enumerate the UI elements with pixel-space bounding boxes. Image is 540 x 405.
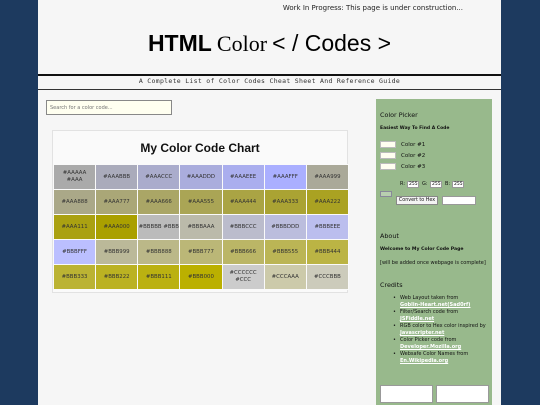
color-cell[interactable]: #BBB333: [52, 264, 97, 290]
about-note: [will be added once webpage is complete]: [380, 260, 486, 266]
color-cell[interactable]: #BBB555: [263, 239, 307, 265]
site-title: HTML Color < / Codes >: [38, 30, 501, 62]
color-2-label: Color #2: [401, 153, 426, 159]
credit-item: Websafe Color Names fromEn.Wikipedia.org: [393, 351, 490, 365]
color-cell[interactable]: #BBB666: [221, 239, 265, 265]
credit-link[interactable]: Developer.Mozilla.org: [400, 344, 490, 351]
credit-item: Web Layout taken fromGoblin-Heart.net(Sa…: [393, 295, 490, 309]
broken-image-2: [436, 385, 489, 403]
credit-link[interactable]: Javascripter.net: [400, 330, 490, 337]
color-cell[interactable]: #AAAFFF: [263, 164, 307, 190]
credit-item: Filter/Search code fromJSFiddle.net: [393, 309, 490, 323]
color-cell[interactable]: #BBBAAA: [179, 214, 223, 240]
color-1-label: Color #1: [401, 142, 426, 148]
color-cell[interactable]: #AAAAA #AAA: [52, 164, 97, 190]
title-html-word: HTML: [147, 30, 212, 56]
title-color-word: Color: [216, 31, 268, 56]
color-3-swatch[interactable]: [380, 163, 396, 170]
color-picker-title: Color Picker: [380, 111, 418, 119]
about-welcome: Welcome to My Color Code Page: [380, 247, 464, 252]
credit-link[interactable]: En.Wikipedia.org: [400, 358, 490, 365]
color-cell[interactable]: #AAA222: [305, 189, 350, 215]
color-cell[interactable]: #CCCBBB: [305, 264, 350, 290]
site-subtitle: A Complete List of Color Codes Cheat She…: [138, 77, 401, 85]
color-row: #BBBFFF #BBB999 #BBB888 #BBB777 #BBB666 #BBB5…: [52, 239, 350, 265]
color-cell[interactable]: #AAADDD: [179, 164, 223, 190]
color-cell[interactable]: #BBBEEE: [305, 214, 350, 240]
color-cell[interactable]: #AAA444: [221, 189, 265, 215]
color-cell[interactable]: #AAA777: [95, 189, 139, 215]
color-chart: My Color Code Chart #AAAAA #AAA #AAABBB #A…: [52, 130, 350, 293]
subtitle-divider: [38, 89, 501, 90]
b-input[interactable]: 255: [452, 181, 464, 188]
color-2-swatch[interactable]: [380, 152, 396, 159]
convert-to-hex-button[interactable]: Convert to Hex: [396, 196, 438, 205]
color-row: #BBB333 #BBB222 #BBB111 #BBB000 #CCCCCC #CCC…: [52, 264, 350, 290]
color-row: #AAA888 #AAA777 #AAA666 #AAA555 #AAA444 #AAA3…: [52, 189, 350, 215]
color-table: #AAAAA #AAA #AAABBB #AAACCC #AAADDD #AAAEEE #…: [52, 164, 350, 290]
color-cell[interactable]: #BBB222: [95, 264, 139, 290]
color-cell[interactable]: #BBBFFF: [52, 239, 97, 265]
color-cell[interactable]: #AAACCC: [137, 164, 181, 190]
color-picker-subtitle: Easiest Way To Find A Code: [380, 126, 450, 131]
color-cell[interactable]: #AAA000: [95, 214, 139, 240]
color-cell[interactable]: #BBB000: [179, 264, 223, 290]
credit-link[interactable]: Goblin-Heart.net(Sad0rf): [400, 302, 490, 309]
credit-item: RGB color to Hex color inspired byJavasc…: [393, 323, 490, 337]
credits-title: Credits: [380, 281, 403, 289]
construction-notice: Work In Progress: This page is under con…: [282, 4, 463, 12]
header-divider: [38, 74, 501, 76]
color-cell[interactable]: #AAABBB: [95, 164, 139, 190]
color-cell[interactable]: #BBBDDD: [263, 214, 307, 240]
credits-list: Web Layout taken fromGoblin-Heart.net(Sa…: [393, 295, 490, 365]
broken-image-1: [380, 385, 433, 403]
color-cell[interactable]: #BBB111: [137, 264, 181, 290]
r-input[interactable]: 255: [407, 181, 419, 188]
main-content: My Color Code Chart #AAAAA #AAA #AAABBB #A…: [38, 120, 368, 405]
color-cell[interactable]: #CCCCCC #CCC: [221, 264, 265, 290]
color-cell[interactable]: #AAA999: [305, 164, 350, 190]
color-row: #AAAAA #AAA #AAABBB #AAACCC #AAADDD #AAAEEE #…: [52, 164, 350, 190]
color-row: #AAA111 #AAA000 #BBBBB #BBB #BBBAAA #BBBCCC #…: [52, 214, 350, 240]
search-input[interactable]: [46, 100, 172, 115]
g-label: G:: [422, 181, 428, 187]
hex-preview-swatch: [380, 191, 392, 197]
color-cell[interactable]: #BBB999: [95, 239, 139, 265]
hex-output-field[interactable]: [442, 196, 476, 205]
r-label: R:: [400, 181, 406, 187]
color-cell[interactable]: #BBB888: [137, 239, 181, 265]
b-label: B:: [445, 181, 451, 187]
color-cell[interactable]: #BBBCCC: [221, 214, 265, 240]
color-3-label: Color #3: [401, 164, 426, 170]
color-cell[interactable]: #AAA333: [263, 189, 307, 215]
g-input[interactable]: 255: [430, 181, 442, 188]
color-cell[interactable]: #BBB777: [179, 239, 223, 265]
color-cell[interactable]: #AAAEEE: [221, 164, 265, 190]
about-title: About: [380, 232, 399, 240]
credit-link[interactable]: JSFiddle.net: [400, 316, 490, 323]
chart-title: My Color Code Chart: [140, 141, 260, 155]
color-cell[interactable]: #AAA555: [179, 189, 223, 215]
color-cell[interactable]: #BBBBB #BBB: [137, 214, 181, 240]
color-cell[interactable]: #CCCAAA: [263, 264, 307, 290]
color-cell[interactable]: #AAA111: [52, 214, 97, 240]
color-cell[interactable]: #AAA666: [137, 189, 181, 215]
credit-item: Color Picker code fromDeveloper.Mozilla.…: [393, 337, 490, 351]
color-cell[interactable]: #BBB444: [305, 239, 350, 265]
color-1-swatch[interactable]: [380, 141, 396, 148]
title-codes-word: < / Codes >: [272, 30, 392, 56]
sidebar: Color Picker Easiest Way To Find A Code …: [376, 99, 492, 405]
color-cell[interactable]: #AAA888: [52, 189, 97, 215]
page: Work In Progress: This page is under con…: [38, 0, 501, 405]
